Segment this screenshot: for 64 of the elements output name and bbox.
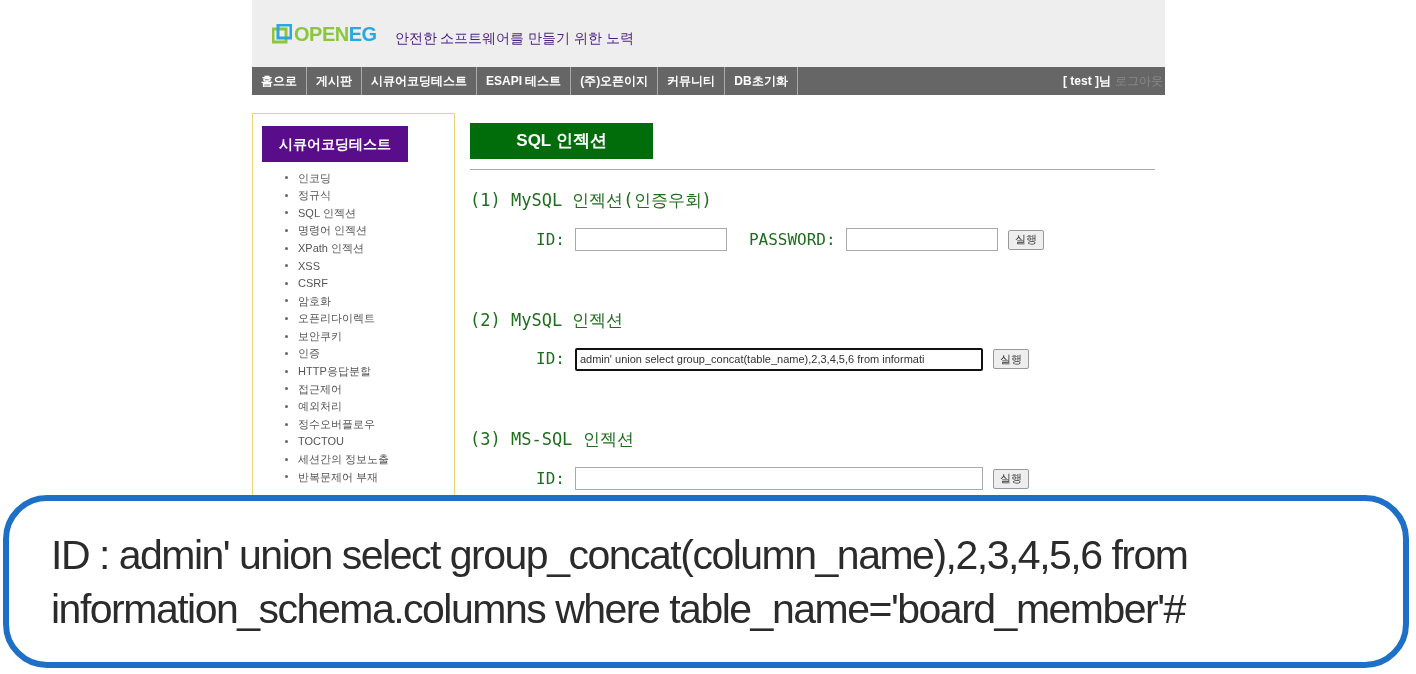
- field-label: ID:: [536, 348, 565, 370]
- bullet-icon: [285, 334, 288, 338]
- logo-icon: [272, 23, 292, 44]
- nav-link[interactable]: 커뮤니티: [658, 67, 726, 95]
- sidebar-link[interactable]: XPath 인젝션: [298, 239, 365, 257]
- section-title: (3) MS-SQL 인젝션: [470, 428, 635, 451]
- bullet-icon: [285, 475, 288, 479]
- logo-text: OPENEG: [294, 21, 377, 47]
- run-button[interactable]: 실행: [1007, 229, 1044, 250]
- sidebar-link[interactable]: 예외처리: [298, 398, 342, 415]
- sidebar-link[interactable]: 오픈리다이렉트: [298, 310, 375, 327]
- bullet-icon: [285, 211, 288, 215]
- bullet-icon: [285, 369, 288, 373]
- bullet-icon: [285, 440, 288, 444]
- sidebar-link[interactable]: XSS: [298, 257, 320, 274]
- run-button[interactable]: 실행: [992, 468, 1029, 489]
- caption-text: ID : admin' union select group_concat(column_name),2,3,4,5,6 from information_schema.columns where table_name='board_member'#: [51, 530, 1189, 634]
- text-field[interactable]: admin' union select group_concat(table_name),2,3,4,5,6 from informati: [574, 347, 983, 371]
- sidebar-link[interactable]: 인증: [298, 345, 320, 362]
- sidebar-link[interactable]: SQL 인젝션: [298, 204, 356, 222]
- page-title: SQL 인젝션: [470, 123, 653, 159]
- bullet-icon: [285, 457, 288, 461]
- field-label: ID:: [536, 228, 565, 251]
- bullet-icon: [285, 229, 288, 233]
- tagline: 안전한 소프트웨어를 만들기 위한 노력: [394, 29, 635, 48]
- sidebar-link[interactable]: 암호화: [298, 292, 331, 310]
- bullet-icon: [285, 281, 288, 285]
- nav-link[interactable]: ESAPI 테스트: [477, 67, 572, 95]
- sidebar-link[interactable]: 정수오버플로우: [298, 415, 375, 433]
- bullet-icon: [285, 352, 288, 356]
- bullet-icon: [285, 405, 288, 408]
- sidebar-link[interactable]: 인코딩: [298, 169, 331, 187]
- user-greeting: [ test ]님: [1063, 73, 1111, 90]
- sidebar-link[interactable]: 명령어 인젝션: [298, 222, 368, 239]
- section-title: (2) MySQL 인젝션: [470, 308, 625, 332]
- bullet-icon: [285, 176, 288, 180]
- nav-link[interactable]: 게시판: [307, 67, 362, 95]
- sidebar-link[interactable]: 보안쿠키: [298, 327, 342, 345]
- bullet-icon: [285, 193, 288, 197]
- sidebar-title: 시큐어코딩테스트: [262, 126, 408, 162]
- bullet-icon: [285, 387, 288, 391]
- bullet-icon: [285, 246, 288, 250]
- sidebar-link[interactable]: CSRF: [298, 275, 328, 292]
- text-field[interactable]: [574, 228, 727, 251]
- bullet-icon: [285, 299, 288, 303]
- run-button[interactable]: 실행: [992, 349, 1029, 369]
- sidebar-link[interactable]: HTTP응답분할: [298, 363, 371, 380]
- sidebar-link[interactable]: 정규식: [298, 187, 331, 204]
- sidebar-link[interactable]: TOCTOU: [298, 433, 345, 450]
- bullet-icon: [285, 317, 288, 321]
- sidebar-link[interactable]: 반복문제어 부재: [298, 468, 379, 486]
- bullet-icon: [285, 264, 288, 268]
- field-label: ID:: [536, 467, 565, 490]
- nav-link[interactable]: (주)오픈이지: [571, 67, 659, 95]
- bullet-icon: [285, 422, 288, 426]
- sidebar-link[interactable]: 세션간의 정보노출: [298, 451, 390, 468]
- nav-link[interactable]: 시큐어코딩테스트: [362, 67, 477, 95]
- field-label: PASSWORD:: [748, 228, 836, 251]
- nav-link[interactable]: 홈으로: [252, 67, 307, 95]
- sidebar-link[interactable]: 접근제어: [298, 380, 342, 398]
- nav-link[interactable]: DB초기화: [725, 67, 798, 95]
- text-field[interactable]: [845, 228, 998, 251]
- text-field[interactable]: [574, 467, 983, 490]
- section-title: (1) MySQL 인젝션(인증우회): [470, 189, 713, 212]
